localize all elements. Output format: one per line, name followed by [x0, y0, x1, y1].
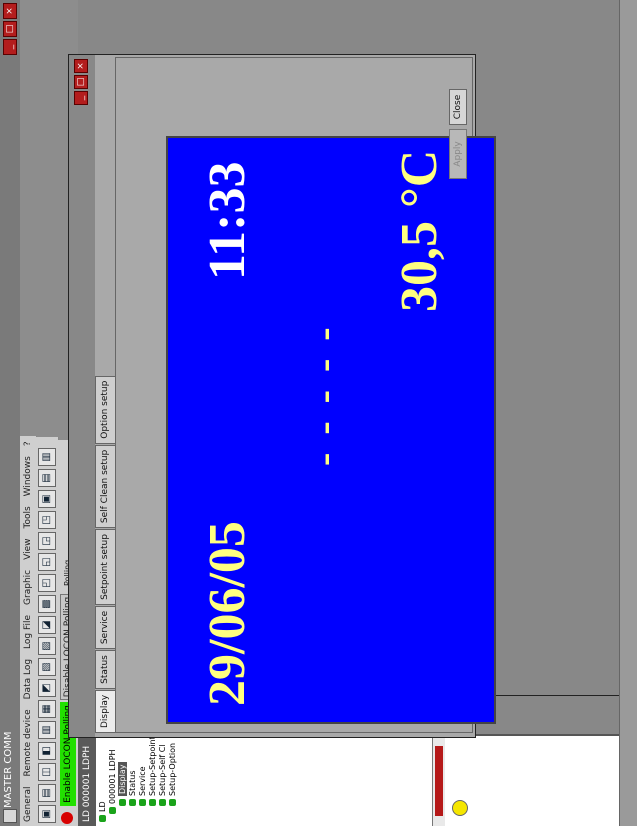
close-icon[interactable]: ×	[3, 3, 17, 19]
device-tree: LD 000001 LDPH Display Status Service Se…	[98, 736, 178, 822]
menu-item-view[interactable]: View	[23, 539, 33, 560]
tree-leaf-icon	[129, 799, 136, 806]
toolbar: ▣ ▤ ◫ ◧ ▥ ▦ ◩ ▧ ▨ ◪ ▩ ◰ ◱ ◲ ◳ ▣ ▤ ▥	[36, 437, 59, 826]
toolbar-button[interactable]: ◪	[38, 616, 56, 634]
menu-item-data-log[interactable]: Data Log	[23, 659, 33, 699]
display-date: 29/06/05	[199, 521, 256, 706]
window-controls: _ □ ×	[3, 3, 17, 55]
toolbar-button[interactable]: ◲	[38, 532, 56, 550]
status-led-yellow	[452, 800, 468, 816]
toolbar-button[interactable]: ◫	[38, 763, 56, 781]
menu-item-windows[interactable]: Windows	[23, 456, 33, 496]
dialog-titlebar: _ □ ×	[69, 55, 95, 737]
toolbar-button[interactable]: ▤	[38, 784, 56, 802]
tab-self-clean-setup[interactable]: Self Clean setup	[95, 444, 115, 529]
menu-item-log-file[interactable]: Log File	[23, 615, 33, 649]
minimize-icon[interactable]: _	[74, 91, 88, 105]
toolbar-button[interactable]: ▣	[38, 805, 56, 823]
toolbar-button[interactable]: ◳	[38, 511, 56, 529]
toolbar-button[interactable]: ▩	[38, 595, 56, 613]
tree-leaf-icon	[109, 807, 116, 814]
restore-icon[interactable]: □	[74, 75, 88, 89]
close-button[interactable]: Close	[449, 89, 467, 125]
tree-leaf-icon	[169, 799, 176, 806]
status-led-red	[61, 812, 73, 824]
bottom-status-bar	[619, 0, 637, 826]
tab-status[interactable]: Status	[95, 650, 115, 689]
minimize-icon[interactable]: _	[3, 39, 17, 55]
tree-item-status[interactable]: Status	[128, 736, 138, 822]
tree-item-setup-setpoint[interactable]: Setup-Setpoint	[148, 736, 158, 822]
toolbar-button[interactable]: ▧	[38, 658, 56, 676]
toolbar-button[interactable]: ◱	[38, 553, 56, 571]
toolbar-button[interactable]: ◩	[38, 679, 56, 697]
menu-item-graphic[interactable]: Graphic	[23, 570, 33, 605]
tree-item-service[interactable]: Service	[138, 736, 148, 822]
display-temperature: 30,5 °C	[391, 149, 448, 312]
toolbar-button[interactable]: ▦	[38, 700, 56, 718]
app-title: MASTER COMM	[3, 731, 14, 808]
tree-leaf-icon	[159, 799, 166, 806]
menu-item-help[interactable]: ?	[23, 441, 33, 446]
menu-item-tools[interactable]: Tools	[23, 506, 33, 528]
lcd-display-panel: 29/06/05 11:33 - - - - - 30,5 °C	[166, 136, 496, 724]
menu-item-remote-device[interactable]: Remote device	[23, 709, 33, 776]
dialog-body: 29/06/05 11:33 - - - - - 30,5 °C	[115, 57, 496, 733]
rotated-screen-canvas: MASTER COMM _ □ × General Remote device …	[0, 0, 637, 826]
tab-service[interactable]: Service	[95, 605, 115, 650]
tree-leaf-icon	[149, 799, 156, 806]
display-dialog: _ □ × Display Status Service Setpoint se…	[68, 54, 496, 738]
toolbar-button[interactable]: ▤	[38, 469, 56, 487]
toolbar-button[interactable]: ◧	[38, 742, 56, 760]
tree-item-setup-option[interactable]: Setup-Option	[168, 736, 178, 822]
close-icon[interactable]: ×	[74, 59, 88, 73]
tree-item[interactable]: 000001 LDPH	[108, 736, 118, 822]
dialog-window-controls: _ □ ×	[74, 59, 88, 105]
tree-item-setup-self-clean[interactable]: Setup-Self Cl	[158, 736, 168, 822]
tree-leaf-icon	[99, 815, 106, 822]
tree-scrollbar[interactable]	[432, 736, 445, 826]
toolbar-button[interactable]: ▨	[38, 637, 56, 655]
tree-leaf-icon	[119, 799, 126, 806]
toolbar-button[interactable]: ▣	[38, 490, 56, 508]
tree-item[interactable]: LD	[98, 736, 108, 822]
tree-item-display[interactable]: Display	[118, 736, 128, 822]
tab-setpoint-setup[interactable]: Setpoint setup	[95, 529, 115, 605]
menu-item-general[interactable]: General	[23, 787, 33, 822]
tab-option-setup[interactable]: Option setup	[95, 375, 115, 444]
display-time: 11:33	[199, 161, 256, 280]
toolbar-button[interactable]: ▥	[38, 448, 56, 466]
tree-leaf-icon	[139, 799, 146, 806]
tab-display[interactable]: Display	[95, 689, 115, 733]
app-icon	[3, 809, 17, 823]
menu-bar: General Remote device Data Log Log File …	[20, 436, 37, 826]
toolbar-button[interactable]: ◰	[38, 574, 56, 592]
display-main-value: - - - - -	[301, 323, 346, 466]
app-titlebar: MASTER COMM _ □ ×	[0, 0, 20, 826]
scrollbar-thumb[interactable]	[435, 746, 443, 816]
device-tree-header: LD 000001 LDPH	[78, 736, 96, 826]
apply-button[interactable]: Apply	[449, 129, 467, 179]
toolbar-button[interactable]: ▥	[38, 721, 56, 739]
restore-icon[interactable]: □	[3, 21, 17, 37]
dialog-tabs: Display Status Service Setpoint setup Se…	[95, 375, 115, 733]
